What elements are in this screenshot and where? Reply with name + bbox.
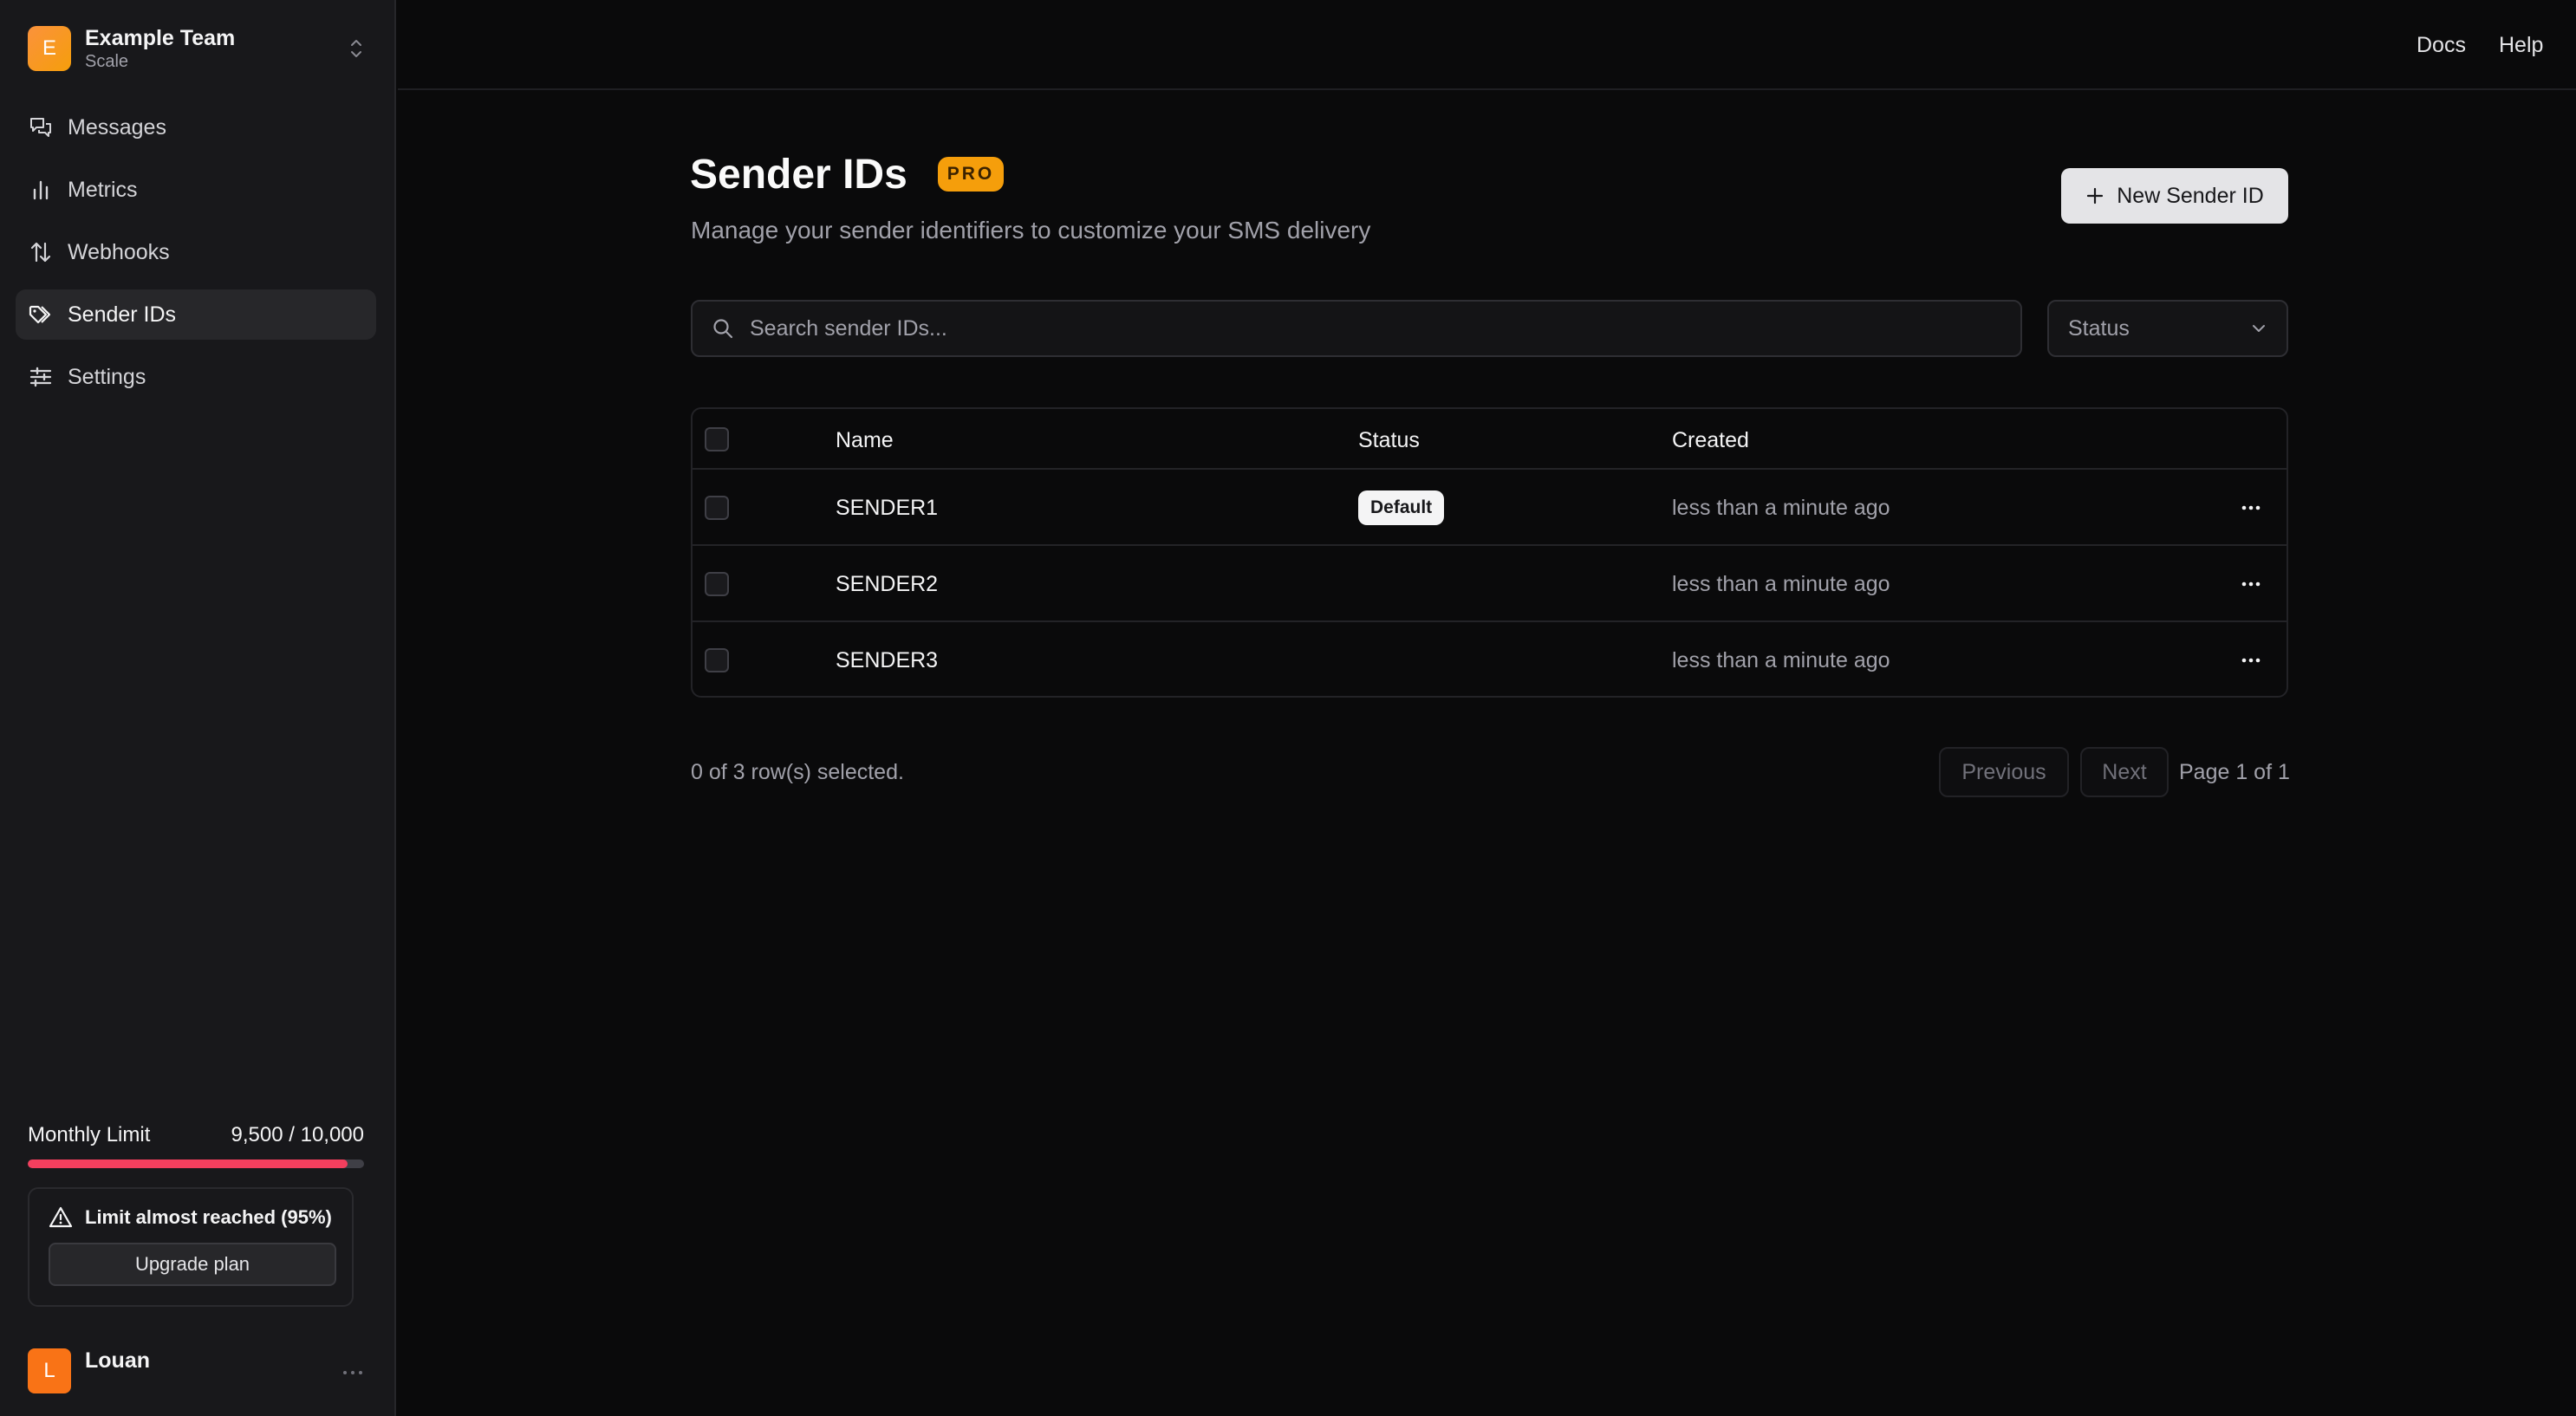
sidebar-nav: Messages Metrics Webhooks Sender IDs Set… (16, 102, 376, 414)
table-row[interactable]: SENDER1 Default less than a minute ago (693, 470, 2287, 546)
created-time: less than a minute ago (1672, 496, 1890, 520)
sender-name: SENDER3 (836, 648, 939, 672)
limit-warning-text: Limit almost reached (95%) (85, 1206, 332, 1228)
created-time: less than a minute ago (1672, 572, 1890, 596)
sidebar-item-messages[interactable]: Messages (16, 102, 376, 153)
top-bar: Docs Help (398, 0, 2576, 90)
limit-value: 9,500 / 10,000 (231, 1123, 364, 1146)
limit-progress-fill (28, 1159, 348, 1168)
avatar: L (28, 1348, 71, 1393)
sidebar-item-settings[interactable]: Settings (16, 352, 376, 402)
previous-page-button[interactable]: Previous (1939, 747, 2069, 797)
next-page-button[interactable]: Next (2080, 747, 2169, 797)
sidebar: E Example Team Scale Messages Metrics We… (0, 0, 396, 1416)
messages-icon (28, 114, 54, 140)
new-sender-id-button[interactable]: New Sender ID (2061, 168, 2288, 224)
search-icon (713, 319, 733, 339)
chevron-down-icon (2253, 325, 2265, 332)
bar-chart-icon (28, 177, 54, 203)
sidebar-item-webhooks[interactable]: Webhooks (16, 227, 376, 277)
search-box (691, 300, 2022, 357)
limit-label: Monthly Limit (28, 1123, 151, 1146)
sidebar-item-label: Settings (68, 364, 146, 389)
limit-progress-bar (28, 1159, 364, 1168)
tags-icon (28, 302, 54, 328)
page-subtitle: Manage your sender identifiers to custom… (691, 217, 1371, 244)
user-name: Louan (85, 1348, 150, 1373)
sidebar-item-sender-ids[interactable]: Sender IDs (16, 289, 376, 340)
arrows-up-down-icon (28, 239, 54, 265)
row-checkbox[interactable] (705, 496, 729, 520)
sender-name: SENDER1 (836, 496, 939, 520)
row-checkbox[interactable] (705, 572, 729, 596)
table-row[interactable]: SENDER2 less than a minute ago (693, 546, 2287, 622)
column-header-name[interactable]: Name (836, 428, 894, 453)
more-horizontal-icon[interactable] (2238, 499, 2264, 516)
team-name: Example Team (85, 26, 236, 50)
page-title: Sender IDs (690, 152, 907, 198)
sliders-icon (28, 364, 54, 390)
team-switcher[interactable]: E Example Team Scale (28, 24, 366, 73)
more-horizontal-icon[interactable] (340, 1364, 366, 1381)
status-filter-select[interactable]: Status (2047, 300, 2288, 357)
sender-name: SENDER2 (836, 572, 939, 596)
status-badge: Default (1358, 490, 1445, 525)
pro-badge: PRO (938, 157, 1004, 192)
app-root: E Example Team Scale Messages Metrics We… (0, 0, 2576, 1416)
monthly-limit: Monthly Limit 9,500 / 10,000 Limit almos… (28, 1123, 364, 1307)
search-input[interactable] (750, 302, 2020, 355)
page-indicator: Page 1 of 1 (2179, 760, 2290, 784)
sidebar-item-label: Messages (68, 114, 166, 140)
user-menu[interactable]: L Louan (28, 1348, 366, 1393)
help-link[interactable]: Help (2499, 33, 2543, 58)
sender-ids-table: Name Status Created SENDER1 Default less… (691, 407, 2288, 698)
docs-link[interactable]: Docs (2417, 33, 2466, 58)
selection-count: 0 of 3 row(s) selected. (691, 760, 904, 784)
status-filter-label: Status (2068, 315, 2130, 341)
more-horizontal-icon[interactable] (2238, 575, 2264, 593)
team-plan: Scale (85, 52, 129, 71)
sidebar-item-label: Webhooks (68, 239, 170, 264)
more-horizontal-icon[interactable] (2238, 652, 2264, 669)
warning-triangle-icon (49, 1206, 73, 1228)
created-time: less than a minute ago (1672, 648, 1890, 672)
sidebar-item-label: Sender IDs (68, 302, 177, 327)
row-checkbox[interactable] (705, 648, 729, 672)
plus-icon (2087, 187, 2104, 205)
chevrons-up-down-icon (351, 40, 361, 57)
upgrade-plan-button[interactable]: Upgrade plan (49, 1243, 336, 1286)
limit-warning-card: Limit almost reached (95%) Upgrade plan (28, 1187, 354, 1307)
sidebar-item-metrics[interactable]: Metrics (16, 165, 376, 215)
team-avatar: E (28, 26, 71, 71)
select-all-checkbox[interactable] (705, 427, 729, 451)
table-row[interactable]: SENDER3 less than a minute ago (693, 622, 2287, 696)
sidebar-item-label: Metrics (68, 177, 138, 202)
column-header-status[interactable]: Status (1358, 428, 1420, 453)
table-header-row: Name Status Created (693, 409, 2287, 470)
column-header-created[interactable]: Created (1672, 428, 1749, 453)
new-sender-id-label: New Sender ID (2117, 183, 2264, 208)
